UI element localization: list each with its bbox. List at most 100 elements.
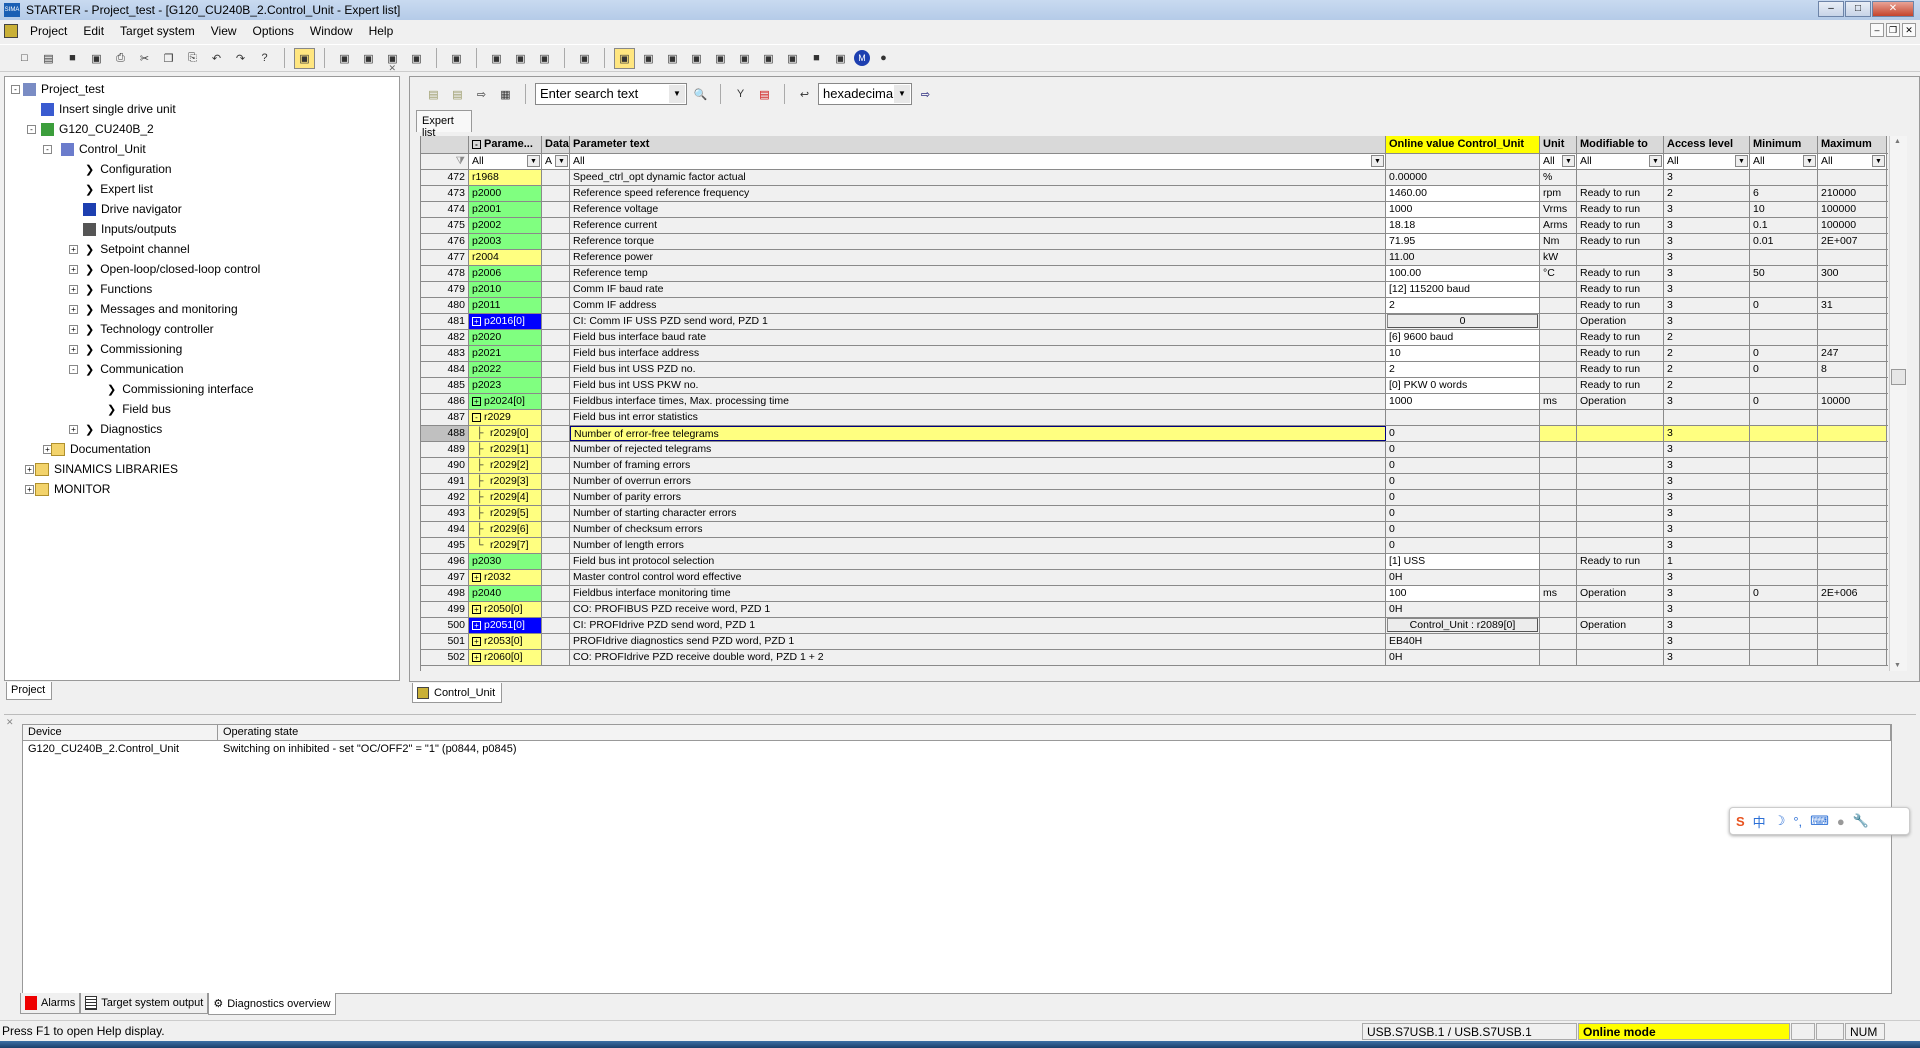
save-list-icon[interactable]: ▦ xyxy=(495,84,516,105)
filter-data-set[interactable]: A ▼ xyxy=(542,154,570,169)
tree-item[interactable]: ❯ Configuration xyxy=(85,160,172,178)
expand-toggle[interactable]: + xyxy=(69,265,78,274)
expand-toggle[interactable]: + xyxy=(69,245,78,254)
online-value[interactable]: 100 xyxy=(1386,586,1540,601)
close-icon[interactable]: ✕ xyxy=(6,717,14,728)
parameter-cell[interactable]: ├ r2029[6] xyxy=(469,522,542,537)
table-row[interactable]: 502 + r2060[0] CO: PROFIdrive PZD receive d… xyxy=(421,650,1888,666)
close-icon[interactable]: ✕ xyxy=(388,63,396,74)
chevron-down-icon[interactable]: ▼ xyxy=(555,155,568,167)
user-icon[interactable]: ● xyxy=(1837,814,1845,829)
collapse-icon[interactable]: - xyxy=(472,412,481,422)
tab-control-unit[interactable]: Control_Unit xyxy=(412,683,502,703)
table-row[interactable]: G120_CU240B_2.Control_Unit Switching on … xyxy=(23,741,1891,758)
table-row[interactable]: 476 p2003 Reference torque 71.95 Nm Ready to … xyxy=(421,234,1888,250)
online-value[interactable]: 2 xyxy=(1386,298,1540,313)
filter-modifiable-to[interactable]: All ▼ xyxy=(1577,154,1664,169)
online-value[interactable]: [6] 9600 baud xyxy=(1386,330,1540,345)
control-panel-icon[interactable]: ▣ xyxy=(662,48,683,69)
minimize-button[interactable]: – xyxy=(1818,1,1844,17)
chevron-down-icon[interactable]: ▼ xyxy=(1803,155,1816,167)
parameter-cell[interactable]: ├ r2029[4] xyxy=(469,490,542,505)
cut-icon[interactable]: ✂ xyxy=(134,48,155,69)
table-row[interactable]: 481 + p2016[0] CI: Comm IF USS PZD send wor… xyxy=(421,314,1888,330)
scroll-down-icon[interactable]: ▼ xyxy=(1894,662,1901,669)
filter-online-value[interactable] xyxy=(1386,154,1540,169)
circle-icon[interactable]: ● xyxy=(873,48,894,69)
scrollbar-thumb[interactable] xyxy=(1891,369,1906,385)
table-row[interactable]: 498 p2040 Fieldbus interface monitoring ti… xyxy=(421,586,1888,602)
table-row[interactable]: 493 ├ r2029[5] Number of starting character… xyxy=(421,506,1888,522)
compare-icon[interactable]: ▤ xyxy=(754,84,775,105)
parameter-cell[interactable]: + r2050[0] xyxy=(469,602,542,617)
moon-icon[interactable]: ☽ xyxy=(1774,813,1786,829)
tree-item[interactable]: ❯ Open-loop/closed-loop control xyxy=(85,260,260,278)
filter-reset-icon[interactable]: ⧩ xyxy=(421,154,469,169)
tree-item[interactable]: ❯ Technology controller xyxy=(85,320,214,338)
parameter-cell[interactable]: - r2029 xyxy=(469,410,542,425)
filter-access-level[interactable]: All ▼ xyxy=(1664,154,1750,169)
column-header-parameter-text[interactable]: Parameter text xyxy=(570,136,1386,153)
online-value[interactable]: 1000 xyxy=(1386,202,1540,217)
menu-target-system[interactable]: Target system xyxy=(112,24,203,38)
online-value[interactable]: [0] PKW 0 words xyxy=(1386,378,1540,393)
column-header-minimum[interactable]: Minimum xyxy=(1750,136,1818,153)
table-row[interactable]: 489 ├ r2029[1] Number of rejected telegrams… xyxy=(421,442,1888,458)
tree-item[interactable]: G120_CU240B_2 xyxy=(41,120,154,138)
menu-edit[interactable]: Edit xyxy=(75,24,112,38)
connect-icon[interactable]: ⇨ xyxy=(915,84,936,105)
parameter-cell[interactable]: ├ r2029[5] xyxy=(469,506,542,521)
parameter-cell[interactable]: p2021 xyxy=(469,346,542,361)
copy-ram-rom-icon[interactable]: ▣ xyxy=(406,48,427,69)
chevron-down-icon[interactable]: ▼ xyxy=(527,155,540,167)
tree-item[interactable]: MONITOR xyxy=(35,480,110,498)
online-value[interactable]: 10 xyxy=(1386,346,1540,361)
column-header-device[interactable]: Device xyxy=(23,725,218,740)
column-header-modifiable-to[interactable]: Modifiable to xyxy=(1577,136,1664,153)
filter-maximum[interactable]: All ▼ xyxy=(1818,154,1887,169)
redo-icon[interactable]: ↷ xyxy=(230,48,251,69)
table-row[interactable]: 478 p2006 Reference temp 100.00 °C Ready to r… xyxy=(421,266,1888,282)
parameter-cell[interactable]: + p2024[0] xyxy=(469,394,542,409)
chevron-down-icon[interactable]: ▼ xyxy=(1872,155,1885,167)
parameter-cell[interactable]: └ r2029[7] xyxy=(469,538,542,553)
expand-toggle[interactable]: + xyxy=(69,285,78,294)
tree-item[interactable]: ❯ Field bus xyxy=(107,400,171,418)
chevron-down-icon[interactable]: ▼ xyxy=(1649,155,1662,167)
download-icon[interactable]: ▣ xyxy=(358,48,379,69)
filter-parameter[interactable]: All ▼ xyxy=(469,154,542,169)
filter-minimum[interactable]: All ▼ xyxy=(1750,154,1818,169)
column-header-maximum[interactable]: Maximum xyxy=(1818,136,1887,153)
column-header-parameter[interactable]: - Parame... xyxy=(469,136,542,153)
online-value[interactable]: 2 xyxy=(1386,362,1540,377)
expand-toggle[interactable]: + xyxy=(69,325,78,334)
parameter-cell[interactable]: p2023 xyxy=(469,378,542,393)
tree-item[interactable]: SINAMICS LIBRARIES xyxy=(35,460,178,478)
chevron-down-icon[interactable]: ▼ xyxy=(1371,155,1384,167)
column-header-row-number[interactable] xyxy=(421,136,469,153)
expand-toggle[interactable]: + xyxy=(25,465,34,474)
expand-toggle[interactable]: - xyxy=(69,365,78,374)
expand-toggle[interactable]: - xyxy=(11,85,20,94)
menu-options[interactable]: Options xyxy=(245,24,302,38)
online-value[interactable]: 100.00 xyxy=(1386,266,1540,281)
tree-item[interactable]: ❯ Setpoint channel xyxy=(85,240,190,258)
column-header-access-level[interactable]: Access level xyxy=(1664,136,1750,153)
tree-item[interactable]: ❯ Functions xyxy=(85,280,152,298)
function-generator-icon[interactable]: ▣ xyxy=(510,48,531,69)
tree-item[interactable]: Control_Unit xyxy=(61,140,146,158)
expand-toggle[interactable]: - xyxy=(43,145,52,154)
parameter-cell[interactable]: + r2032 xyxy=(469,570,542,585)
wrench-icon[interactable]: 🔧 xyxy=(1853,813,1869,829)
menu-help[interactable]: Help xyxy=(361,24,402,38)
tree-item[interactable]: ❯ Expert list xyxy=(85,180,153,198)
table-row[interactable]: 486 + p2024[0] Fieldbus interface times, Ma… xyxy=(421,394,1888,410)
expand-icon[interactable]: + xyxy=(472,396,481,406)
new-icon[interactable]: □ xyxy=(14,48,35,69)
maximize-button[interactable]: □ xyxy=(1845,1,1871,17)
mdi-restore-button[interactable]: ❐ xyxy=(1886,23,1900,37)
tree-item[interactable]: Drive navigator xyxy=(83,200,182,218)
table-row[interactable]: 487- r2029 Field bus int error statistics xyxy=(421,410,1888,426)
parameter-cell[interactable]: + p2016[0] xyxy=(469,314,542,329)
online-value-button[interactable]: 0 xyxy=(1386,314,1540,329)
